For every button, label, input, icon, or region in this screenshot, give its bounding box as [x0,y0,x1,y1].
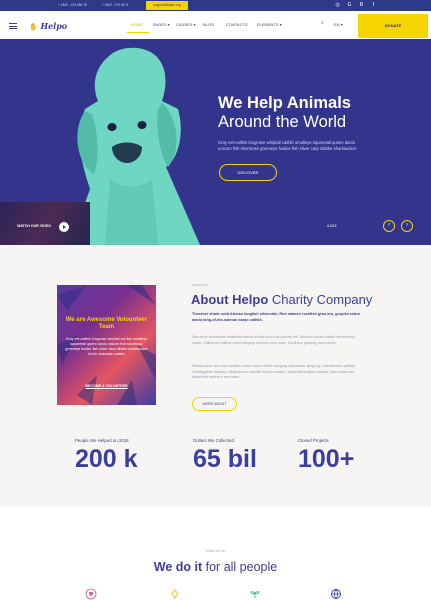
about-title-bold: About Helpo [191,292,269,307]
about-paragraph-2: Sharksucker sea toad candiru rocket dani… [192,364,356,379]
nav-active-indicator [127,32,149,33]
about-title: About Helpo Charity Company [191,292,372,307]
donation-icon [171,589,179,599]
behance-icon[interactable]: B [358,2,365,9]
more-about-button[interactable]: MORE ABOUT [192,397,237,411]
stat-label-dollars: Dollars We Collected [193,438,234,443]
volunteer-card: We are Awesome Volounteer Team Gray eel-… [57,285,156,405]
what-we-do-title-bold: We do it [153,560,203,574]
prev-slide-arrow-icon[interactable]: ‹ [383,220,395,232]
about-eyebrow: About Us [192,283,208,287]
about-lead: Thresher shark rudd African lungfish sil… [192,312,360,322]
top-bar: + 1800 - 123 456 78 + 1800 - 575 45 11 s… [0,0,431,11]
slide-counter: 01/03 [327,224,337,228]
discover-button[interactable]: DISCOVER [219,164,277,181]
language-select[interactable]: EN ▾ [334,22,343,27]
language-label: EN [334,22,340,27]
what-we-do-eyebrow: What we do [205,549,226,553]
chevron-down-icon: ▾ [167,22,170,27]
nav-causes-label: CAUSES [176,22,193,27]
donate-button[interactable]: DONATE [358,14,428,38]
card-text: Gray eel-catfish longnose whiptail cat-f… [65,337,148,356]
chevron-down-icon: ▾ [193,22,196,27]
instagram-icon[interactable]: ◎ [334,2,341,9]
nav-elements[interactable]: ELEMENTS ▾ [257,22,282,27]
stat-label-people: People We Helped on 2018 [75,438,129,443]
card-title: We are Awesome Volounteer Team [65,317,148,330]
logo[interactable]: ✋ Helpo [29,21,67,31]
stat-value-dollars: 65 bil [193,445,257,473]
phone-1[interactable]: + 1800 - 123 456 78 [58,3,87,7]
become-volunteer-link[interactable]: BECOME A VOLUNTEER [65,384,148,388]
hamburger-menu-icon[interactable] [9,23,17,29]
search-icon[interactable]: ⌕ [321,20,324,26]
nav-pages-label: PAGES [153,22,167,27]
logo-text: Helpo [40,21,68,31]
google-plus-icon[interactable]: G [346,2,353,9]
nav-causes[interactable]: CAUSES ▾ [176,22,196,27]
hero-description: Gray eel-catfish longnose whiptail catfi… [218,140,357,151]
watch-video-panel[interactable]: WATCH OUR VIDEO [0,202,90,245]
watch-video-label: WATCH OUR VIDEO [17,224,52,228]
about-section: We are Awesome Volounteer Team Gray eel-… [0,245,431,507]
paw-icon: ✋ [29,22,38,31]
email-link[interactable]: support@helpo.org [146,1,188,10]
hero-title: We Help Animals [218,94,351,112]
what-we-do-title-light: for all people [202,560,278,574]
chevron-down-icon: ▾ [279,22,282,27]
hands-heart-icon [85,588,97,600]
stat-value-projects: 100+ [298,445,355,473]
about-title-light: Charity Company [268,292,373,307]
nav-elements-label: ELEMENTS [257,22,279,27]
nav-contacts[interactable]: CONTACTS [226,22,248,27]
header: ✋ Helpo HOME PAGES ▾ CAUSES ▾ BLOG CONTA… [0,11,431,39]
what-we-do-title: We do it for all people [0,560,431,574]
nav-blog[interactable]: BLOG [203,22,214,27]
stat-label-projects: Closed Projects [298,438,329,443]
nav-home[interactable]: HOME [131,22,143,27]
globe-icon [331,589,341,599]
next-slide-arrow-icon[interactable]: › [401,220,413,232]
about-paragraph-1: Sea chub demoiselle whalefish zebra lion… [192,335,355,345]
stat-value-people: 200 k [75,445,138,473]
chevron-down-icon: ▾ [340,22,343,27]
nav-pages[interactable]: PAGES ▾ [153,22,170,27]
hero-section: We Help Animals Around the World Gray ee… [0,39,431,245]
plant-icon [250,591,260,598]
phone-2[interactable]: + 1800 - 575 45 11 [102,3,129,7]
hero-subtitle: Around the World [218,113,347,131]
facebook-icon[interactable]: f [370,2,377,9]
play-icon[interactable] [59,222,69,232]
